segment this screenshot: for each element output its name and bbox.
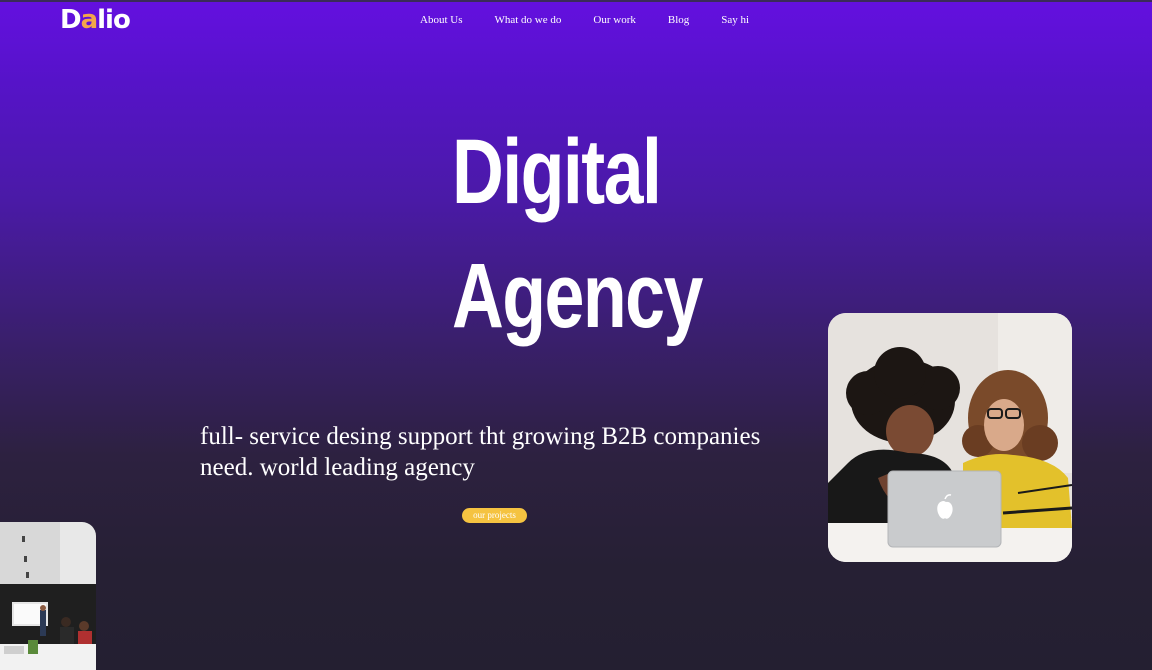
nav-about-us[interactable]: About Us bbox=[404, 13, 478, 27]
logo-letter-d: D bbox=[60, 5, 82, 35]
hero-title: Digital Agency bbox=[452, 110, 703, 358]
nav-what-do-we-do[interactable]: What do we do bbox=[478, 13, 577, 27]
logo-letter-a: a bbox=[80, 5, 99, 35]
nav-our-work[interactable]: Our work bbox=[577, 13, 651, 27]
our-projects-button[interactable]: our projects bbox=[462, 508, 527, 523]
two-women-laptop-photo bbox=[828, 313, 1072, 562]
brand-logo[interactable]: Dalio bbox=[60, 4, 131, 36]
logo-letters-rest: lio bbox=[97, 5, 131, 35]
hero-title-line-2: Agency bbox=[452, 245, 703, 347]
nav-say-hi[interactable]: Say hi bbox=[705, 13, 765, 27]
top-border bbox=[0, 0, 1152, 2]
office-workspace-photo bbox=[0, 522, 96, 670]
hero-title-line-1: Digital bbox=[452, 121, 662, 223]
hero-tagline: full- service desing support tht growing… bbox=[200, 423, 761, 481]
nav-blog[interactable]: Blog bbox=[652, 13, 705, 27]
main-nav: About Us What do we do Our work Blog Say… bbox=[404, 13, 765, 27]
